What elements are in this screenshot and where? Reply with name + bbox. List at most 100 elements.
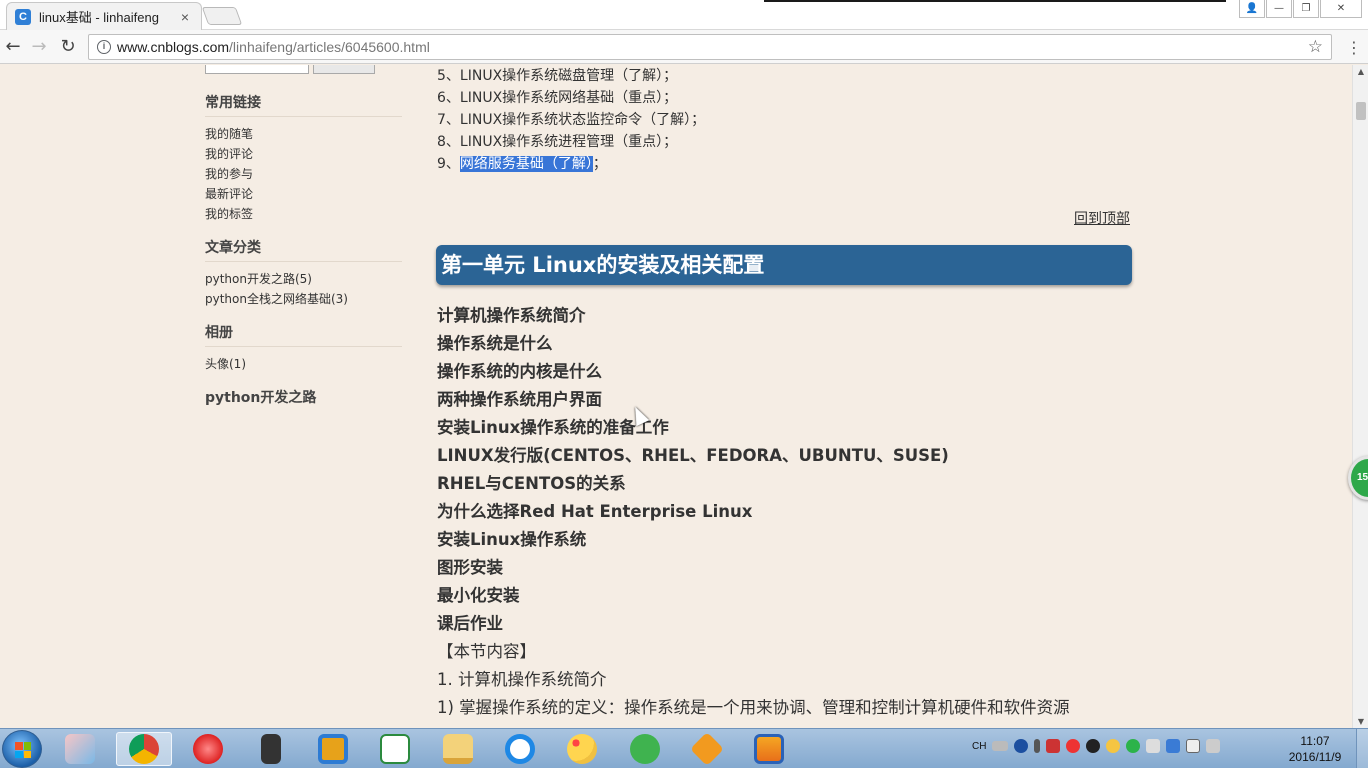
outline-item[interactable]: 两种操作系统用户界面 [437,386,1070,414]
input-language-indicator[interactable]: CH [972,741,986,752]
categories-title: 文章分类 [205,237,402,262]
taskbar-browser-green-icon[interactable] [617,732,673,766]
albums-section: 相册 头像(1) [205,322,402,374]
common-links-section: 常用链接 我的随笔 我的评论 我的参与 最新评论 我的标签 [205,92,402,224]
toc-suffix: ； [663,134,678,150]
taskbar-clock[interactable]: 11:07 2016/11/9 [1282,733,1348,765]
article-toc: 5、LINUX操作系统磁盘管理（了解）； 6、LINUX操作系统网络基础（重点）… [437,65,705,175]
python-path-title: python开发之路 [205,390,317,406]
toc-text: LINUX操作系统状态监控命令（了解） [459,112,692,128]
browser-tab[interactable]: C linux基础 - linhaifeng × [6,2,202,30]
page-scrollbar[interactable]: ▲ ▼ [1352,65,1368,728]
outline-item[interactable]: 计算机操作系统简介 [437,302,1070,330]
help-icon[interactable] [1014,739,1029,753]
sidebar-search-input[interactable] [205,65,309,74]
taskbar-explorer-icon[interactable] [430,732,486,766]
outline-item[interactable]: RHEL与CENTOS的关系 [437,470,1070,498]
unit-outline: 计算机操作系统简介 操作系统是什么 操作系统的内核是什么 两种操作系统用户界面 … [437,302,1070,722]
link-my-posts[interactable]: 我的随笔 [205,124,402,144]
user-profile-icon[interactable]: 👤 [1239,0,1265,18]
category-python-network[interactable]: python全栈之网络基础(3) [205,289,402,309]
tab-close-icon[interactable]: × [177,9,193,25]
tray-arrow-icon[interactable] [1034,739,1041,753]
minimize-button[interactable]: — [1266,0,1292,18]
windows-taskbar: CH 11:07 2016/11/9 [0,728,1368,768]
tray-plus-icon[interactable] [1126,739,1141,753]
sidebar-search: 谷歌搜索 [205,65,375,74]
clock-date: 2016/11/9 [1288,750,1342,764]
taskbar-paint-app-icon[interactable] [52,732,108,766]
toc-suffix: ； [663,68,678,84]
show-desktop-button[interactable] [1356,729,1368,768]
toc-suffix: ； [691,112,706,128]
restore-button[interactable]: ❐ [1293,0,1319,18]
section-paragraph: 1) 掌握操作系统的定义：操作系统是一个用来协调、管理和控制计算机硬件和软件资源 [437,698,1070,717]
taskbar-palette-icon[interactable] [554,732,610,766]
link-my-tags[interactable]: 我的标签 [205,204,402,224]
taskbar-k-app-icon[interactable] [679,732,735,766]
bookmark-star-icon[interactable]: ☆ [1308,37,1323,57]
back-to-top-link[interactable]: 回到顶部 [1074,208,1130,228]
windows-start-button[interactable] [2,730,42,768]
google-search-button[interactable]: 谷歌搜索 [313,65,375,74]
network-status-icon[interactable] [1186,739,1201,753]
outline-item[interactable]: 为什么选择Red Hat Enterprise Linux [437,498,1070,526]
categories-section: 文章分类 python开发之路(5) python全栈之网络基础(3) [205,237,402,309]
outline-item[interactable]: 安装Linux操作系统的准备工作 [437,414,1070,442]
new-tab-button[interactable] [201,7,243,25]
toc-text-selected: 网络服务基础（了解） [459,156,593,172]
unit-heading: 第一单元 Linux的安装及相关配置 [436,245,1132,285]
toc-item-8[interactable]: 8、LINUX操作系统进程管理（重点）； [437,131,705,153]
scroll-up-arrow-icon[interactable]: ▲ [1353,67,1368,76]
category-python-dev[interactable]: python开发之路(5) [205,269,402,289]
toc-item-5[interactable]: 5、LINUX操作系统磁盘管理（了解）； [437,65,705,87]
taskbar-camera-app-icon[interactable] [243,732,299,766]
browser-menu-icon[interactable]: ⋮ [1346,38,1362,57]
taskbar-window-app-icon[interactable] [305,732,361,766]
taskbar-editor-app-icon[interactable] [367,732,423,766]
link-latest-comments[interactable]: 最新评论 [205,184,402,204]
scroll-down-arrow-icon[interactable]: ▼ [1353,717,1368,726]
tray-flag-icon[interactable] [1046,739,1061,753]
toc-item-9[interactable]: 9、网络服务基础（了解）； [437,153,705,175]
url-path: /linhaifeng/articles/6045600.html [229,39,430,55]
link-my-participation[interactable]: 我的参与 [205,164,402,184]
speaker-icon[interactable] [1206,739,1221,753]
browser-toolbar: ← → ↻ i www.cnblogs.com/linhaifeng/artic… [0,30,1368,64]
site-info-icon[interactable]: i [97,40,111,54]
back-arrow-icon[interactable]: ← [2,36,24,58]
close-window-button[interactable]: ✕ [1320,0,1362,18]
taskbar-shell-app-icon[interactable] [180,732,236,766]
taskbar-network-app-icon[interactable] [741,732,797,766]
volume-icon[interactable] [1146,739,1161,753]
outline-item[interactable]: 课后作业 [437,610,1070,638]
outline-item[interactable]: 最小化安装 [437,582,1070,610]
outline-item[interactable]: LINUX发行版(CENTOS、RHEL、FEDORA、UBUNTU、SUSE) [437,442,1070,470]
section-heading: 1. 计算机操作系统简介 [437,670,607,689]
outline-item[interactable]: 安装Linux操作系统 [437,526,1070,554]
taskbar-ie-icon[interactable] [492,732,548,766]
reload-icon[interactable]: ↻ [57,36,79,58]
toc-text: LINUX操作系统磁盘管理（了解） [459,68,664,84]
keyboard-icon[interactable] [992,741,1009,751]
address-bar[interactable]: i www.cnblogs.com/linhaifeng/articles/60… [88,34,1332,60]
tray-record-icon[interactable] [1066,739,1081,753]
url-host: www.cnblogs.com [117,39,230,55]
qq-penguin-icon[interactable] [1086,739,1101,753]
scrollbar-thumb[interactable] [1356,102,1366,120]
albums-title: 相册 [205,322,402,347]
system-tray: CH [972,739,1221,753]
toc-item-6[interactable]: 6、LINUX操作系统网络基础（重点）； [437,87,705,109]
forward-arrow-icon[interactable]: → [28,36,50,58]
tray-smile-icon[interactable] [1106,739,1121,753]
outline-item[interactable]: 操作系统的内核是什么 [437,358,1070,386]
link-my-comments[interactable]: 我的评论 [205,144,402,164]
taskbar-chrome-icon[interactable] [116,732,172,766]
url-text[interactable]: www.cnblogs.com/linhaifeng/articles/6045… [117,39,430,55]
outline-item[interactable]: 图形安装 [437,554,1070,582]
toc-item-7[interactable]: 7、LINUX操作系统状态监控命令（了解）； [437,109,705,131]
outline-item[interactable]: 操作系统是什么 [437,330,1070,358]
tray-network-app-icon[interactable] [1166,739,1181,753]
album-avatar[interactable]: 头像(1) [205,354,402,374]
web-page: 谷歌搜索 常用链接 我的随笔 我的评论 我的参与 最新评论 我的标签 文章分类 … [0,65,1352,728]
